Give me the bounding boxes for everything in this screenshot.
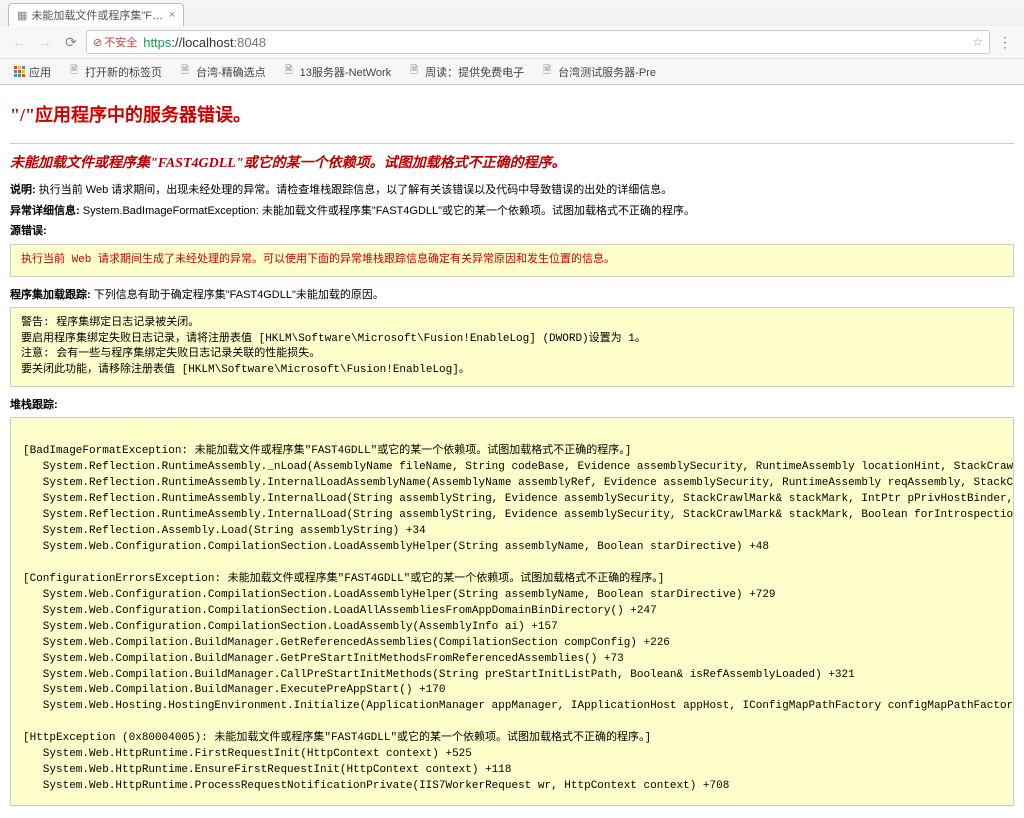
bookmark-new-tab[interactable]: 🗎 打开新的标签页 [61,62,168,82]
tab-title: 未能加载文件或程序集"F… [31,7,163,23]
security-badge[interactable]: ⊘ 不安全 [93,34,137,50]
file-icon: 🗎 [540,65,554,79]
address-bar: ← → ⟳ ⊘ 不安全 https://localhost:8048 ☆ ⋮ [0,26,1024,58]
stack-trace-label: 堆栈跟踪: [10,397,1014,414]
error-description: 说明: 执行当前 Web 请求期间，出现未经处理的异常。请检查堆栈跟踪信息，以了… [10,182,1014,199]
error-title: "/"应用程序中的服务器错误。 [10,101,1014,127]
apps-icon [14,66,25,77]
tab-bar: ▦ 未能加载文件或程序集"F… × [0,0,1024,26]
bookmark-tw-test[interactable]: 🗎 台湾测试服务器-Pre [534,62,662,82]
error-subtitle: 未能加载文件或程序集"FAST4GDLL"或它的某一个依赖项。试图加载格式不正确… [10,152,1014,172]
url-text: https://localhost:8048 [143,35,266,50]
warning-icon: ⊘ [93,36,102,49]
file-icon: 🗎 [407,65,421,79]
menu-button[interactable]: ⋮ [994,31,1016,53]
url-input[interactable]: ⊘ 不安全 https://localhost:8048 ☆ [86,30,990,54]
page-content: "/"应用程序中的服务器错误。 未能加载文件或程序集"FAST4GDLL"或它的… [0,85,1024,818]
stack-trace-block: [BadImageFormatException: 未能加载文件或程序集"FAS… [10,417,1014,806]
bookmark-server13[interactable]: 🗎 13服务器-NetWork [276,62,397,82]
browser-tab[interactable]: ▦ 未能加载文件或程序集"F… × [8,3,184,26]
apps-button[interactable]: 应用 [8,62,57,82]
bookmark-star-icon[interactable]: ☆ [972,35,983,49]
source-error-block: 执行当前 Web 请求期间生成了未经处理的异常。可以使用下面的异常堆栈跟踪信息确… [10,244,1014,277]
file-icon: 🗎 [282,65,296,79]
reload-button[interactable]: ⟳ [60,31,82,53]
source-error-label: 源错误: [10,223,1014,240]
file-icon: 🗎 [178,65,192,79]
assembly-trace-block: 警告: 程序集绑定日志记录被关闭。 要启用程序集绑定失败日志记录，请将注册表值 … [10,307,1014,387]
browser-chrome: ▦ 未能加载文件或程序集"F… × ← → ⟳ ⊘ 不安全 https://lo… [0,0,1024,85]
bookmark-tw-picks[interactable]: 🗎 台湾-精确选点 [172,62,272,82]
close-icon[interactable]: × [169,9,175,21]
exception-details: 异常详细信息: System.BadImageFormatException: … [10,203,1014,220]
forward-button[interactable]: → [34,31,56,53]
bookmark-zhou[interactable]: 🗎 周读：提供免费电子 [401,62,530,82]
assembly-trace-label: 程序集加载跟踪: 下列信息有助于确定程序集"FAST4GDLL"未能加载的原因。 [10,287,1014,304]
security-label: 不安全 [104,34,137,50]
back-button[interactable]: ← [8,31,30,53]
file-icon: 🗎 [67,65,81,79]
bookmarks-bar: 应用 🗎 打开新的标签页 🗎 台湾-精确选点 🗎 13服务器-NetWork 🗎… [0,58,1024,84]
tab-favicon: ▦ [17,9,27,22]
